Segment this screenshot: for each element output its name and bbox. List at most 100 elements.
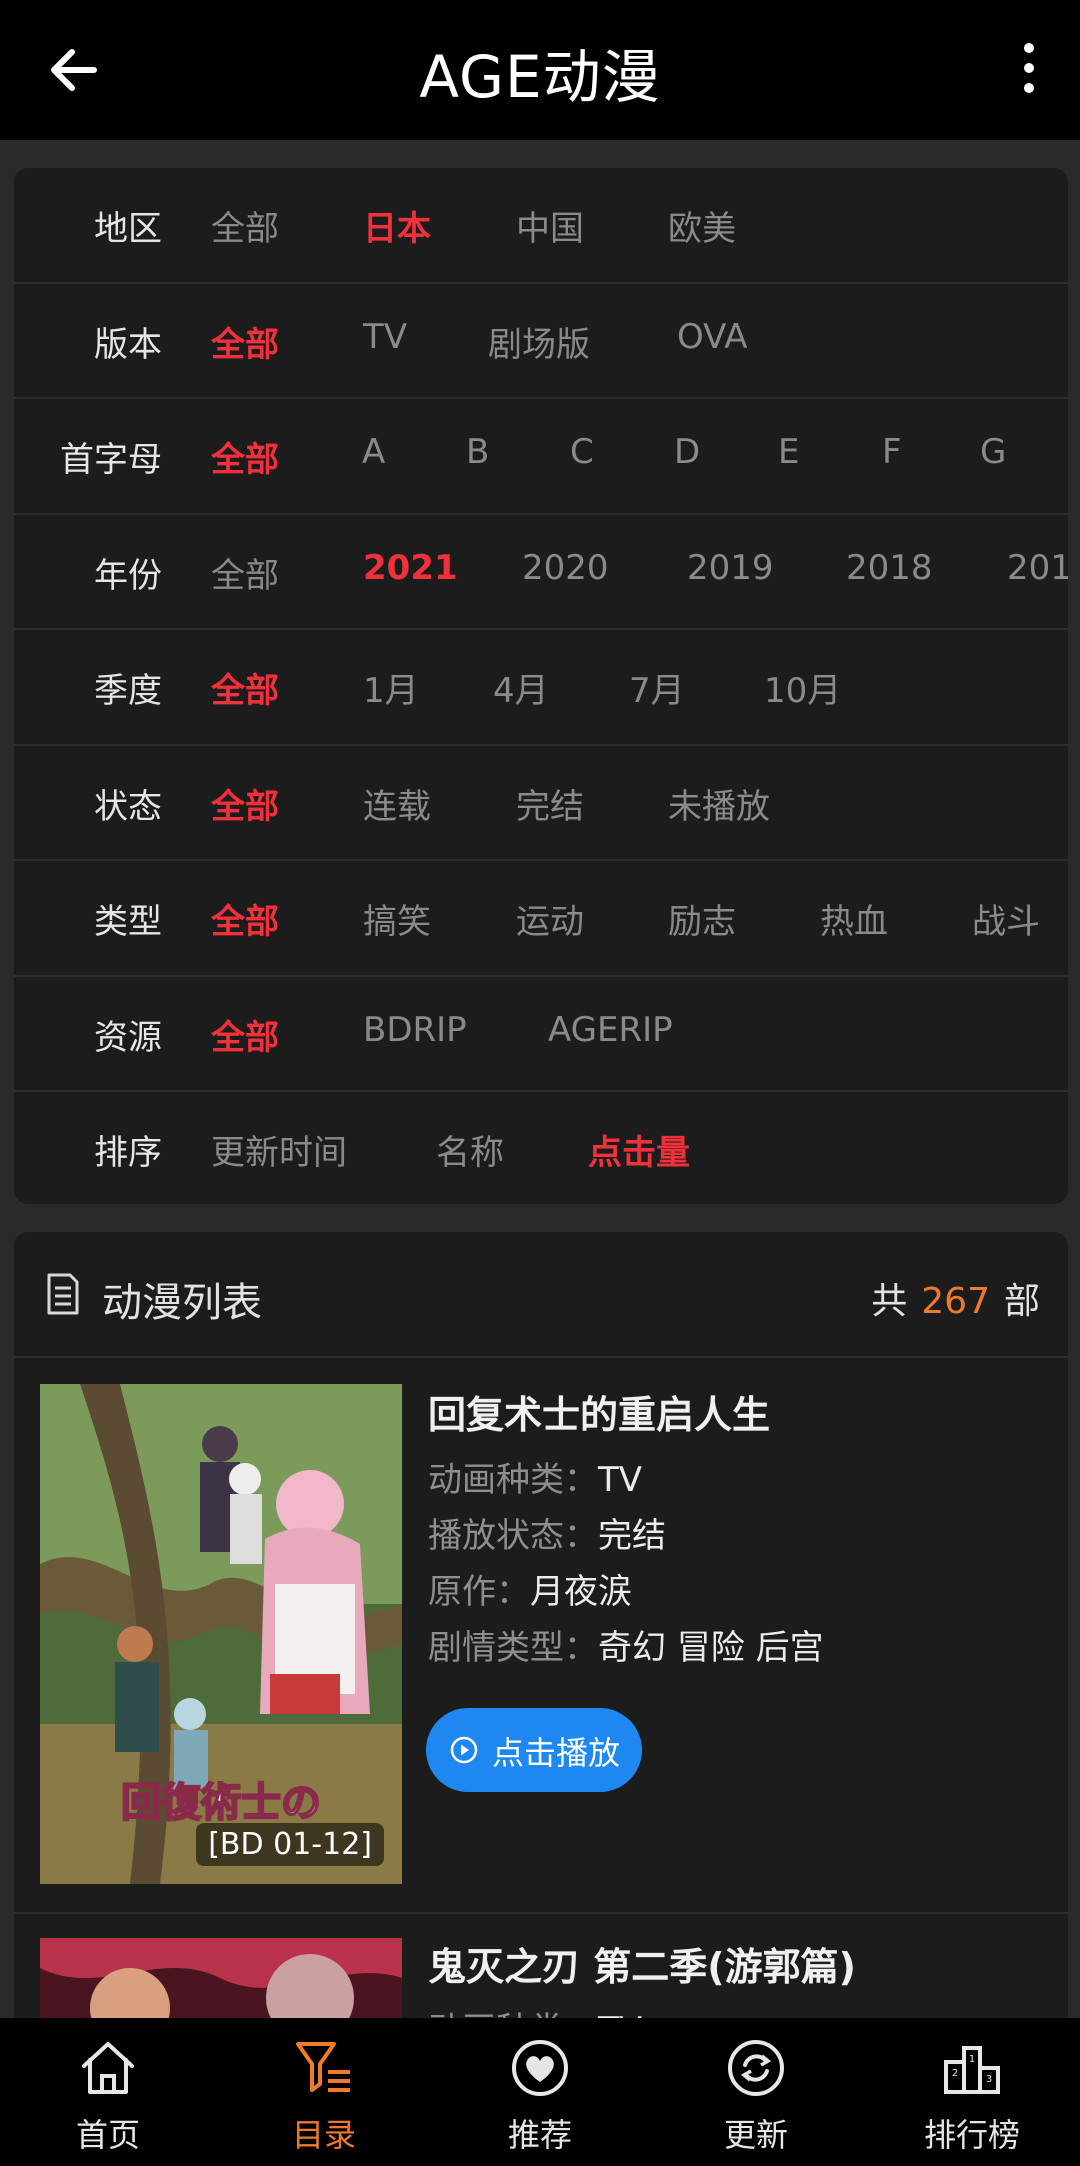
poster-artwork: 回復術士の [40, 1384, 402, 1884]
app-bar: AGE动漫 [0, 0, 1080, 140]
nav-label: 推荐 [507, 2116, 572, 2154]
filter-option[interactable]: 2019 [687, 548, 774, 588]
document-list-icon [47, 1273, 79, 1315]
filter-option-selected[interactable]: 2021 [363, 548, 458, 588]
filter-label: 排序 [94, 1133, 162, 1173]
filter-label: 年份 [94, 555, 162, 596]
meta-value: 完结 [598, 1516, 666, 1556]
filter-option[interactable]: 未播放 [668, 779, 770, 828]
anime-title[interactable]: 鬼灭之刃 第二季(游郭篇) [428, 1936, 856, 1991]
filter-label: 首字母 [60, 440, 162, 480]
filter-option[interactable]: C [570, 432, 594, 472]
filter-option-selected[interactable]: 日本 [363, 201, 431, 250]
anime-author: 原作：月夜涙 [428, 1564, 632, 1613]
filter-row-season: 季度 全部 1月 4月 7月 10月 [14, 630, 1068, 746]
filter-option-selected[interactable]: 点击量 [588, 1125, 690, 1174]
heart-icon [512, 2040, 568, 2096]
filter-option-selected[interactable]: 全部 [211, 432, 279, 481]
list-header: 动漫列表 共 267 部 [14, 1232, 1068, 1358]
bottom-navigation: 首页 目录 推荐 更新 1 2 3 排行榜 [0, 2018, 1080, 2166]
filter-option[interactable]: TV [363, 317, 407, 357]
play-circle-icon [450, 1736, 478, 1764]
filter-option[interactable]: A [362, 432, 385, 472]
filter-option-selected[interactable]: 全部 [211, 894, 279, 943]
nav-home[interactable]: 首页 [0, 2018, 216, 2166]
play-button[interactable]: 点击播放 [426, 1708, 642, 1792]
more-vertical-icon[interactable] [1014, 38, 1044, 98]
filter-option[interactable]: 2018 [846, 548, 933, 588]
refresh-icon [728, 2040, 784, 2096]
filter-label: 季度 [94, 671, 162, 711]
meta-key: 剧情类型： [428, 1628, 598, 1668]
filter-label: 地区 [94, 209, 162, 249]
filter-option[interactable]: 4月 [493, 663, 549, 712]
filter-option[interactable]: 完结 [516, 779, 584, 828]
filter-option[interactable]: 全部 [211, 201, 279, 250]
filter-option[interactable]: 励志 [668, 894, 736, 943]
anime-title[interactable]: 回复术士的重启人生 [428, 1384, 770, 1439]
list-title: 动漫列表 [102, 1280, 262, 1326]
filter-option[interactable]: AGERIP [548, 1010, 673, 1050]
filter-option[interactable]: 中国 [516, 201, 584, 250]
filter-option-selected[interactable]: 全部 [211, 663, 279, 712]
filter-option[interactable]: 2017 [1007, 548, 1068, 588]
nav-label: 目录 [291, 2116, 356, 2154]
result-count: 共 267 部 [871, 1272, 1040, 1324]
filter-option[interactable]: 连载 [363, 779, 431, 828]
filter-option[interactable]: 运动 [516, 894, 584, 943]
nav-label: 首页 [75, 2116, 140, 2154]
filter-row-source: 资源 全部 BDRIP AGERIP [14, 977, 1068, 1092]
filter-option[interactable]: B [466, 432, 489, 472]
episode-tag: [BD 01-12] [196, 1823, 384, 1866]
filter-option[interactable]: 全部 [211, 548, 279, 597]
svg-text:2: 2 [952, 2068, 958, 2079]
podium-icon: 1 2 3 [944, 2046, 1000, 2094]
meta-value: 月夜涙 [530, 1572, 632, 1612]
meta-key: 动画种类： [428, 1460, 598, 1500]
anime-genre: 剧情类型：奇幻 冒险 后宫 [428, 1620, 824, 1669]
filter-option[interactable]: BDRIP [363, 1010, 467, 1050]
filter-option[interactable]: 7月 [629, 663, 685, 712]
filter-option[interactable]: G [980, 432, 1006, 472]
filter-option[interactable]: 剧场版 [488, 317, 590, 366]
meta-value: TV [598, 1460, 643, 1500]
filter-option[interactable]: OVA [677, 317, 748, 357]
filter-option[interactable]: 10月 [764, 663, 841, 712]
filter-option-selected[interactable]: 全部 [211, 779, 279, 828]
filter-option[interactable]: F [882, 432, 902, 472]
svg-text:1: 1 [969, 2054, 975, 2065]
filter-panel: 地区 全部 日本 中国 欧美 版本 全部 TV 剧场版 OVA 首字母 全部 A… [14, 168, 1068, 1204]
nav-label: 排行榜 [923, 2116, 1020, 2154]
nav-update[interactable]: 更新 [648, 2018, 864, 2166]
count-suffix: 部 [1003, 1281, 1040, 1322]
filter-option-selected[interactable]: 全部 [211, 317, 279, 366]
filter-option[interactable]: 2020 [522, 548, 609, 588]
filter-option[interactable]: 1月 [363, 663, 419, 712]
filter-row-sort: 排序 更新时间 名称 点击量 [14, 1092, 1068, 1204]
anime-card[interactable]: 回復術士の [BD 01-12] 回复术士的重启人生 动画种类：TV 播放状态：… [14, 1358, 1068, 1918]
filter-option[interactable]: E [778, 432, 799, 472]
filter-option[interactable]: 更新时间 [211, 1125, 347, 1174]
filter-option[interactable]: 战斗 [972, 894, 1040, 943]
filter-option[interactable]: 搞笑 [363, 894, 431, 943]
anime-type: 动画种类：TV [428, 1452, 642, 1501]
filter-row-version: 版本 全部 TV 剧场版 OVA [14, 284, 1068, 399]
nav-ranking[interactable]: 1 2 3 排行榜 [864, 2018, 1080, 2166]
filter-row-year: 年份 全部 2021 2020 2019 2018 2017 [14, 515, 1068, 630]
meta-key: 播放状态： [428, 1516, 598, 1556]
filter-option[interactable]: 热血 [820, 894, 888, 943]
filter-row-status: 状态 全部 连载 完结 未播放 [14, 746, 1068, 861]
filter-option[interactable]: 欧美 [668, 201, 736, 250]
nav-catalog[interactable]: 目录 [216, 2018, 432, 2166]
anime-poster[interactable]: 回復術士の [BD 01-12] [40, 1384, 402, 1884]
filter-label: 资源 [94, 1017, 162, 1058]
filter-option[interactable]: 名称 [436, 1125, 504, 1174]
filter-row-initial: 首字母 全部 A B C D E F G [14, 399, 1068, 515]
filter-label: 类型 [94, 902, 162, 942]
filter-label: 状态 [94, 786, 162, 827]
svg-text:3: 3 [986, 2074, 992, 2085]
nav-recommend[interactable]: 推荐 [432, 2018, 648, 2166]
filter-option[interactable]: D [674, 432, 700, 472]
home-icon [82, 2042, 134, 2094]
filter-option-selected[interactable]: 全部 [211, 1010, 279, 1059]
